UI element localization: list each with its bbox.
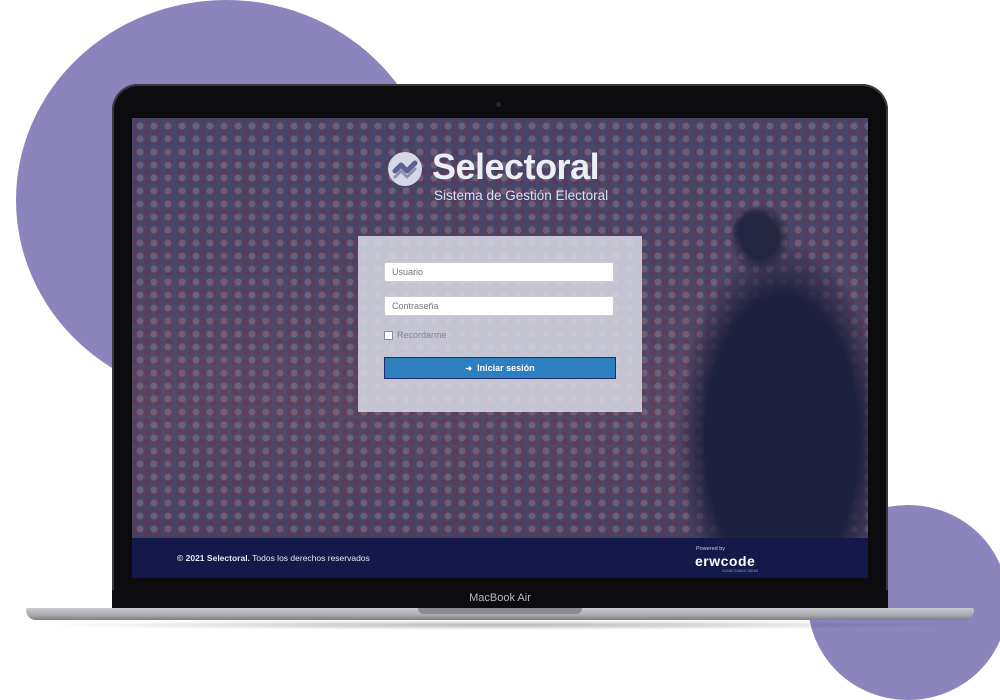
sign-in-icon: ➜	[465, 363, 473, 373]
copyright-brand: Selectoral.	[206, 553, 250, 563]
copyright-text: © 2021 Selectoral. Todos los derechos re…	[177, 553, 370, 563]
brand-subtitle: Sistema de Gestión Electoral	[434, 188, 609, 203]
laptop-screen: Selectoral Sistema de Gestión Electoral …	[132, 118, 868, 578]
login-form: Recordarme ➜ Iniciar sesión	[358, 236, 642, 412]
laptop-notch	[418, 608, 582, 614]
footer: © 2021 Selectoral. Todos los derechos re…	[132, 538, 868, 578]
remember-me[interactable]: Recordarme	[384, 329, 447, 341]
username-input[interactable]	[384, 262, 614, 282]
remember-checkbox[interactable]	[384, 330, 393, 340]
password-input[interactable]	[384, 296, 614, 316]
device-model-label: MacBook Air	[469, 592, 531, 604]
vendor-tagline: CONECTANDO IDEAS	[722, 569, 759, 573]
brand-name: Selectoral	[432, 146, 600, 187]
login-button-label: Iniciar sesión	[477, 363, 535, 373]
selectoral-logo-icon	[388, 152, 422, 186]
remember-label: Recordarme	[397, 330, 447, 340]
copyright-year: © 2021	[177, 553, 205, 563]
vendor-logo[interactable]: erwcode	[695, 553, 755, 569]
login-button[interactable]: ➜ Iniciar sesión	[384, 357, 616, 379]
laptop-shadow	[40, 620, 960, 630]
copyright-rights: Todos los derechos reservados	[252, 553, 370, 563]
powered-by-label: Powered by	[696, 546, 726, 552]
brand-header: Selectoral Sistema de Gestión Electoral	[388, 146, 648, 208]
camera-icon	[496, 102, 501, 107]
